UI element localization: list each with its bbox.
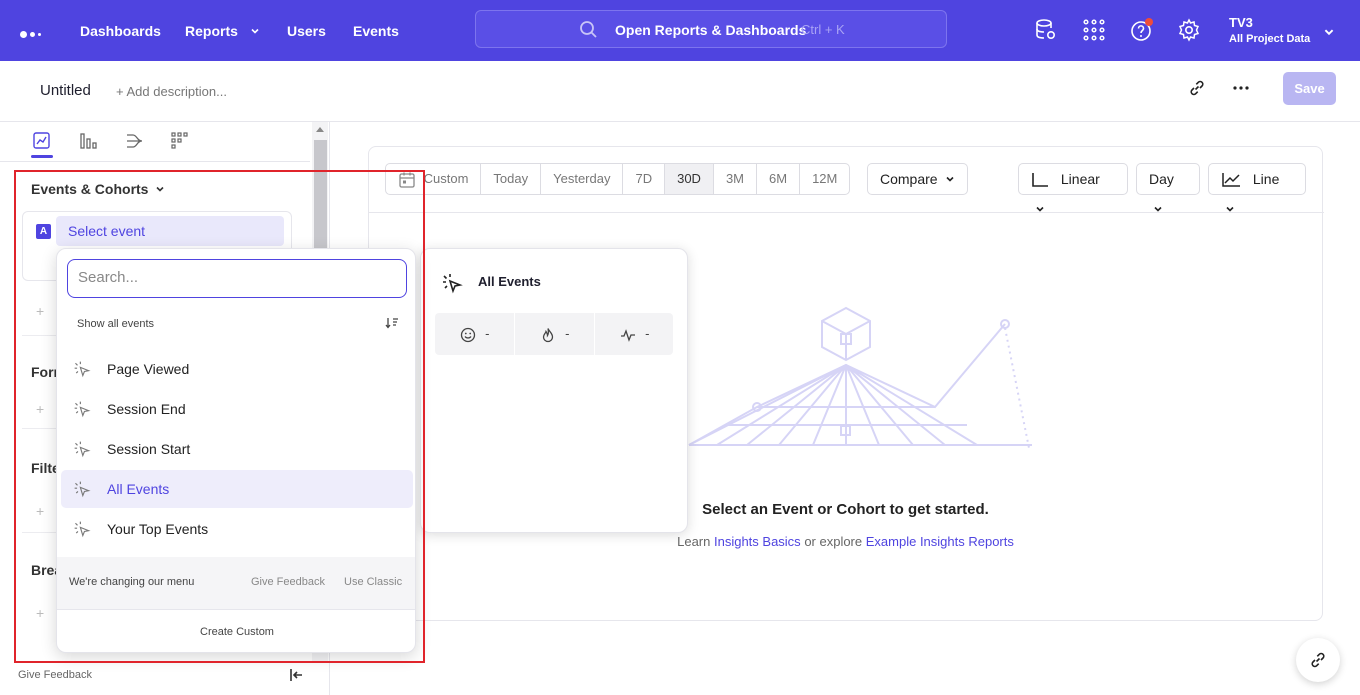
date-range-12m[interactable]: 12M [800,164,849,194]
example-reports-link[interactable]: Example Insights Reports [866,534,1014,549]
interval-dropdown[interactable]: Day [1136,163,1200,212]
preview-stat-users: - [435,313,514,355]
preview-stat-value: - [485,326,490,341]
report-title[interactable]: Untitled [40,82,91,99]
fire-icon [542,327,553,342]
preview-stat-value: - [645,326,650,341]
report-type-tabs [0,122,310,162]
empty-state-prefix: Learn [677,534,711,549]
chevron-down-icon [1226,206,1234,212]
date-range-7d[interactable]: 7D [623,164,666,194]
compare-dropdown[interactable]: Compare [867,163,969,195]
axis-scale-icon [1032,173,1048,188]
database-settings-icon[interactable] [1034,18,1058,42]
chevron-down-icon [1154,206,1162,212]
chart-type-dropdown[interactable]: Line [1208,163,1306,212]
chevron-down-icon[interactable] [1323,26,1335,38]
more-options-icon[interactable] [1233,86,1249,90]
scale-label: Linear [1060,171,1100,187]
highlight-box [14,170,425,663]
chart-type-label: Line [1252,171,1280,187]
empty-state-subtitle: Learn Insights Basics or explore Example… [369,534,1322,549]
preview-stats: - - - [435,313,673,355]
insights-basics-link[interactable]: Insights Basics [714,534,801,549]
empty-state-middle: or explore [804,534,863,549]
event-preview-card: All Events - - - [420,248,688,533]
date-range-3m[interactable]: 3M [714,164,758,194]
preview-stat-activity: - [595,313,674,355]
funnels-icon[interactable] [79,132,99,150]
link-icon[interactable] [1188,79,1206,97]
interval-label: Day [1149,171,1174,187]
preview-stat-value: - [565,326,570,341]
project-name: TV3 [1229,15,1253,30]
give-feedback-link[interactable]: Give Feedback [18,669,92,681]
apps-grid-icon[interactable] [1082,18,1106,42]
chevron-down-icon [946,176,955,182]
chevron-down-icon [251,28,259,34]
project-switcher[interactable]: TV3 All Project Data [1229,15,1310,45]
date-range-yesterday[interactable]: Yesterday [541,164,624,194]
line-chart-icon [1222,173,1240,188]
activity-icon [620,328,635,342]
save-button[interactable]: Save [1283,72,1336,105]
nav-reports[interactable]: Reports [185,23,260,39]
report-header: Untitled + Add description... Save [0,61,1360,122]
scroll-up-icon[interactable] [316,126,324,132]
date-range-label: Custom [423,171,469,186]
smile-icon [460,327,475,342]
chart-controls: Custom Today Yesterday 7D 30D 3M 6M 12M … [369,147,1324,213]
search-icon [580,21,597,38]
compare-label: Compare [880,171,938,187]
insights-icon[interactable] [32,132,52,150]
preview-stat-popularity: - [515,313,594,355]
nav-users[interactable]: Users [287,23,326,39]
scale-dropdown[interactable]: Linear [1018,163,1128,212]
retention-icon[interactable] [171,132,191,150]
floating-link-button[interactable] [1296,638,1340,682]
nav-events[interactable]: Events [353,23,399,39]
date-range-today[interactable]: Today [481,164,542,194]
date-range-6m[interactable]: 6M [757,164,801,194]
flows-icon[interactable] [125,132,145,150]
date-range-selector: Custom Today Yesterday 7D 30D 3M 6M 12M [385,163,851,195]
nav-dashboards[interactable]: Dashboards [80,23,161,39]
active-tab-indicator [31,155,53,158]
search-label: Open Reports & Dashboards [615,22,807,38]
help-icon[interactable] [1130,18,1154,42]
collapse-panel-icon[interactable] [288,667,304,683]
all-events-icon [443,274,463,294]
link-icon [1311,652,1325,668]
empty-state-illustration [688,306,1032,449]
nav-reports-label: Reports [185,23,238,39]
search-shortcut: Ctrl + K [801,22,845,37]
gear-icon[interactable] [1177,18,1201,42]
preview-title: All Events [478,274,541,289]
chevron-down-icon [1036,206,1044,212]
add-description[interactable]: + Add description... [116,84,227,99]
top-nav-bar: Dashboards Reports Users Events Open Rep… [0,0,1360,61]
app-logo[interactable] [20,26,44,44]
project-scope: All Project Data [1229,33,1311,45]
date-range-30d[interactable]: 30D [665,164,714,194]
global-search-bar[interactable]: Open Reports & Dashboards Ctrl + K [475,10,947,48]
